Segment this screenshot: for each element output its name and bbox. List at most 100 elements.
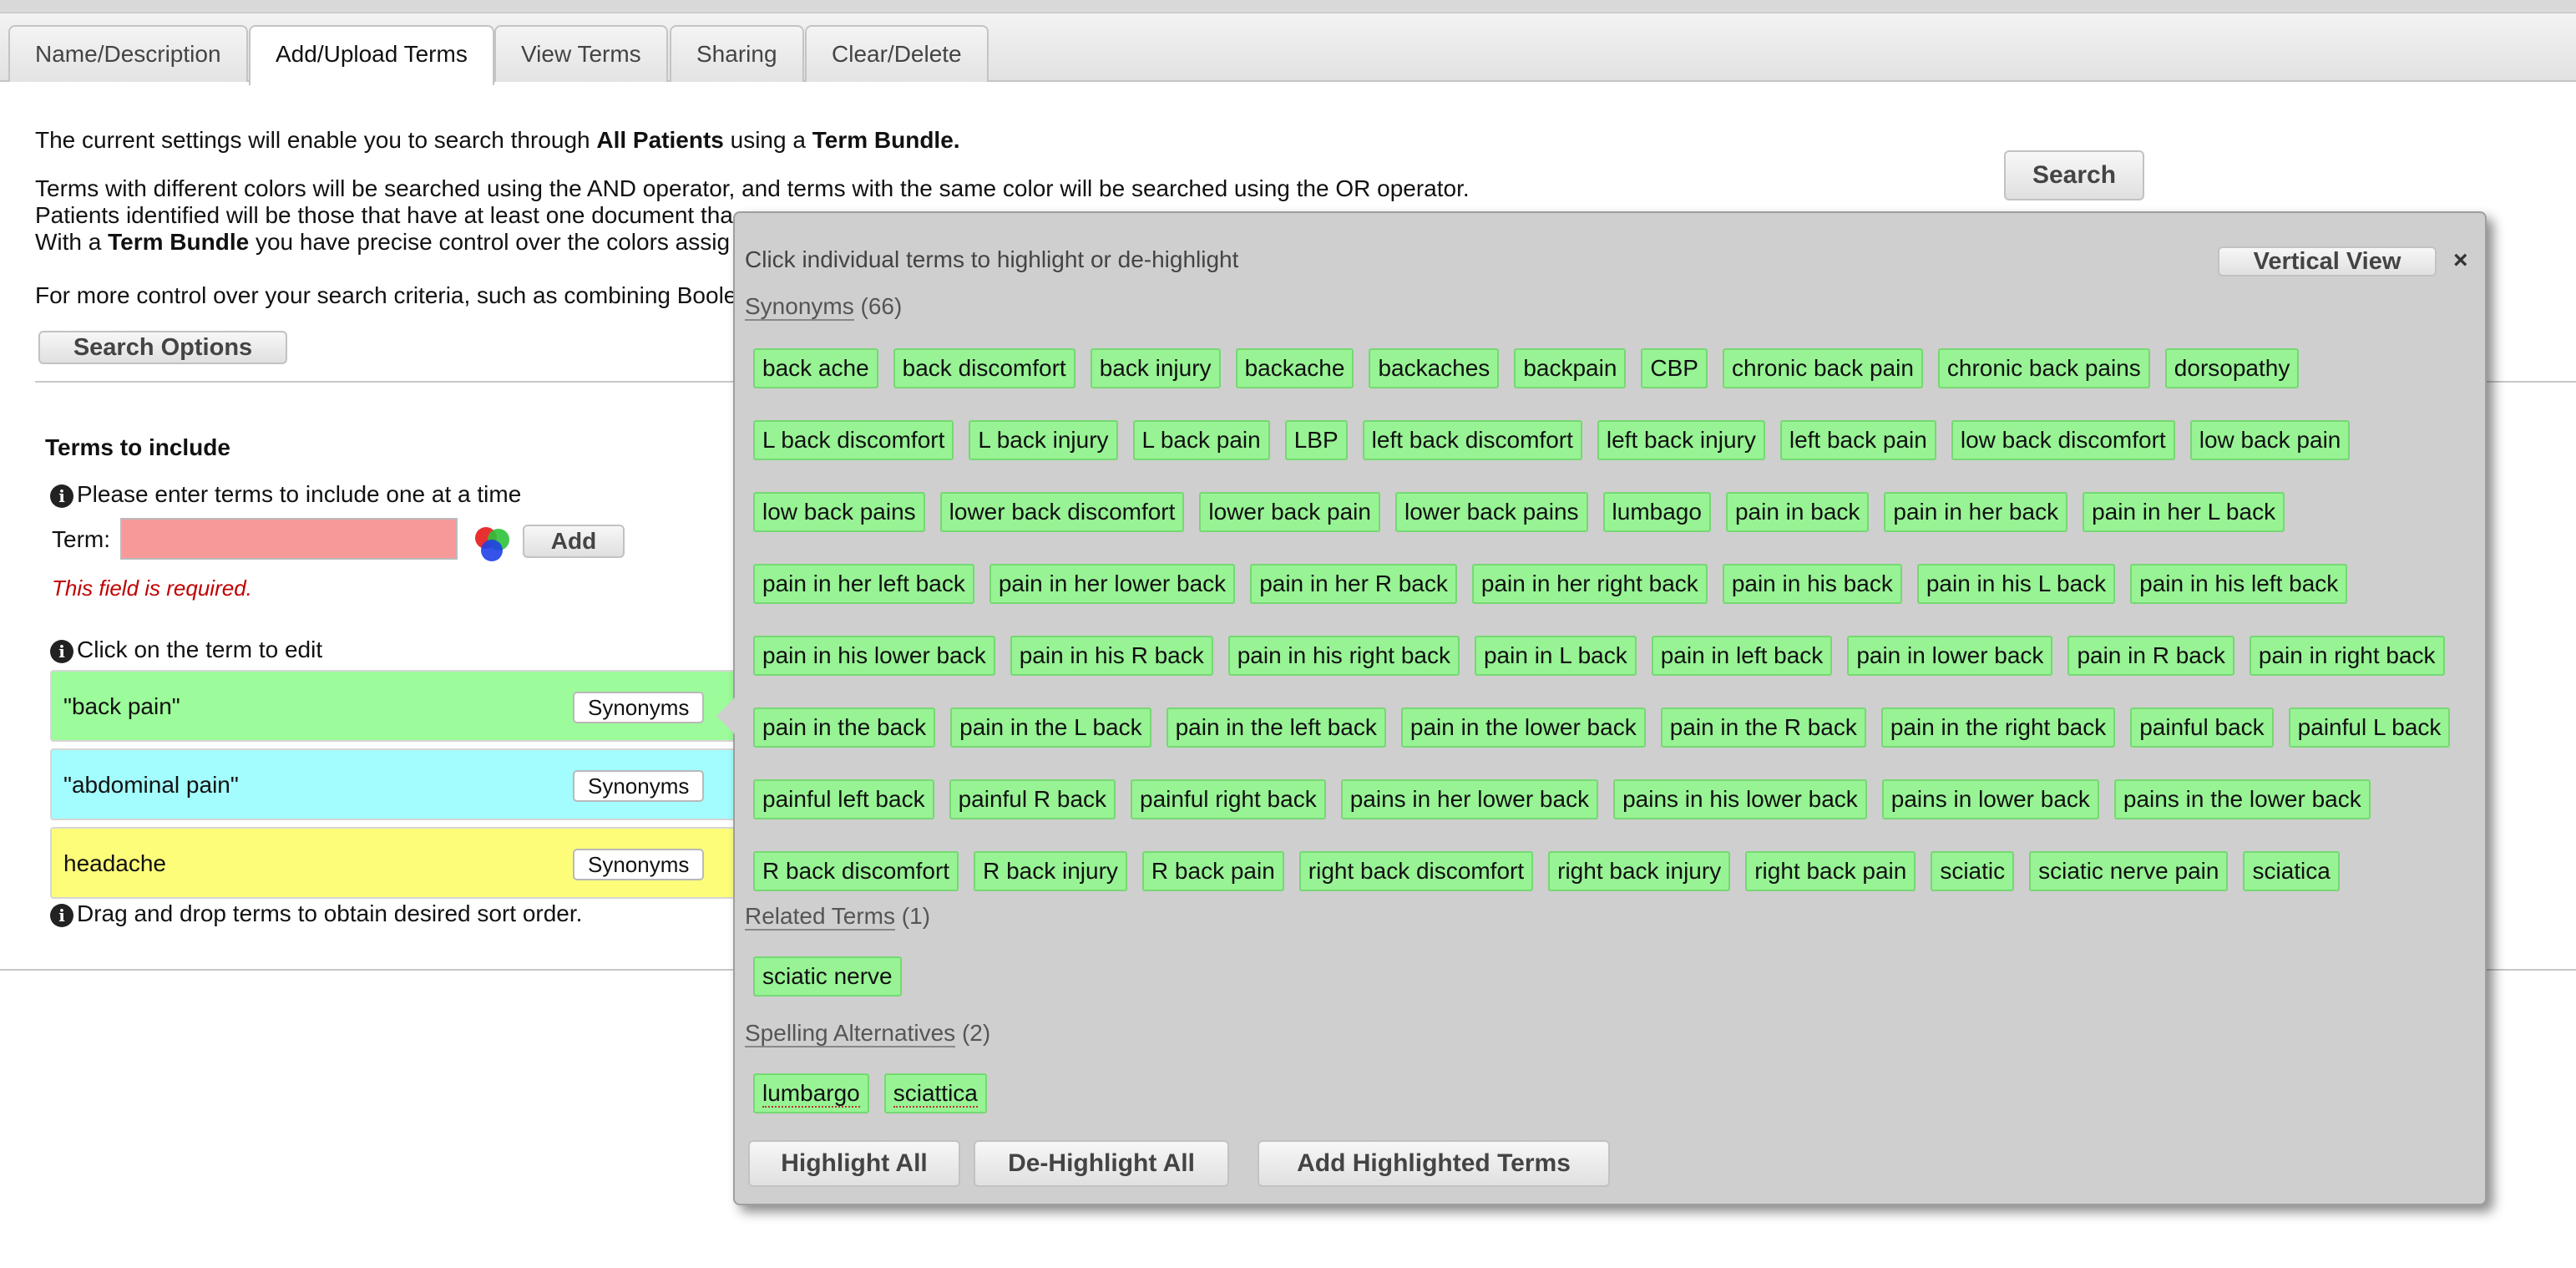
spelling-label[interactable]: Spelling Alternatives (745, 1020, 956, 1047)
term-chip[interactable]: left back injury (1597, 420, 1765, 460)
term-chip[interactable]: R back discomfort (753, 851, 959, 891)
term-chip[interactable]: pain in lower back (1847, 636, 2053, 676)
close-icon[interactable]: × (2453, 246, 2468, 275)
term-chip[interactable]: backaches (1369, 348, 1500, 388)
term-chip[interactable]: pain in the lower back (1400, 708, 1646, 748)
term-chip[interactable]: pain in the back (753, 708, 936, 748)
term-chip[interactable]: sciatic nerve pain (2029, 851, 2229, 891)
term-chip[interactable]: low back pains (753, 492, 925, 532)
term-chip[interactable]: pain in his right back (1227, 636, 1460, 676)
search-options-button[interactable]: Search Options (38, 331, 287, 364)
term-chip[interactable]: painful L back (2288, 708, 2451, 748)
term-chip[interactable]: sciatica (2243, 851, 2340, 891)
term-chip[interactable]: chronic back pain (1722, 348, 1923, 388)
add-highlighted-terms-button[interactable]: Add Highlighted Terms (1258, 1140, 1610, 1187)
term-chip[interactable]: back injury (1090, 348, 1221, 388)
term-chip[interactable]: lower back pain (1199, 492, 1380, 532)
term-input[interactable] (120, 518, 458, 560)
term-chip[interactable]: pain in his L back (1916, 564, 2116, 604)
term-chip[interactable]: pain in his left back (2130, 564, 2348, 604)
term-chip[interactable]: back ache (753, 348, 878, 388)
synonyms-button[interactable]: Synonyms (573, 692, 705, 723)
dehighlight-all-button[interactable]: De-Highlight All (974, 1140, 1229, 1187)
term-chip[interactable]: lower back discomfort (939, 492, 1185, 532)
add-term-button[interactable]: Add (523, 525, 625, 558)
term-chip[interactable]: painful R back (949, 779, 1116, 819)
term-chip[interactable]: L back pain (1132, 420, 1270, 460)
term-row-headache[interactable]: headache Synonyms (50, 827, 752, 899)
term-chip[interactable]: pain in the L back (950, 708, 1151, 748)
term-chip[interactable]: dorsopathy (2164, 348, 2300, 388)
color-picker-icon[interactable] (471, 523, 513, 565)
tab-add-upload-terms[interactable]: Add/Upload Terms (249, 25, 494, 85)
tab-view-terms[interactable]: View Terms (494, 25, 668, 82)
term-chip[interactable]: pain in her L back (2083, 492, 2285, 532)
term-chip[interactable]: backache (1235, 348, 1354, 388)
related-label[interactable]: Related Terms (745, 903, 896, 931)
term-chip[interactable]: sciatic nerve (753, 956, 902, 997)
term-chip[interactable]: lumbago (1602, 492, 1711, 532)
term-chip[interactable]: pain in the R back (1660, 708, 1866, 748)
synonyms-button[interactable]: Synonyms (573, 770, 705, 802)
term-chip[interactable]: sciattica (883, 1073, 987, 1113)
synonyms-button[interactable]: Synonyms (573, 849, 705, 880)
term-chip[interactable]: R back injury (974, 851, 1127, 891)
term-row-abdominal-pain[interactable]: "abdominal pain" Synonyms (50, 748, 752, 820)
term-chip[interactable]: pain in her R back (1250, 564, 1457, 604)
term-chip[interactable]: left back discomfort (1362, 420, 1582, 460)
synonyms-label[interactable]: Synonyms (745, 293, 854, 321)
term-chip[interactable]: right back discomfort (1298, 851, 1534, 891)
term-chip[interactable]: pains in lower back (1881, 779, 2099, 819)
term-chip[interactable]: low back discomfort (1951, 420, 2175, 460)
synonyms-popup: Click individual terms to highlight or d… (716, 211, 2487, 1205)
term-chip[interactable]: CBP (1641, 348, 1708, 388)
tab-clear-delete[interactable]: Clear/Delete (805, 25, 989, 82)
term-chip[interactable]: pain in back (1725, 492, 1870, 532)
term-chip[interactable]: chronic back pains (1937, 348, 2150, 388)
intro-bold-bundle: Term Bundle. (812, 127, 960, 153)
term-chip[interactable]: backpain (1514, 348, 1627, 388)
term-chip[interactable]: pain in his back (1722, 564, 1902, 604)
term-chip[interactable]: sciatic (1931, 851, 2015, 891)
term-chip[interactable]: pain in his R back (1010, 636, 1213, 676)
term-chip[interactable]: pain in her back (1884, 492, 2068, 532)
tab-sharing[interactable]: Sharing (670, 25, 804, 82)
term-chip-label: right back pain (1754, 858, 1907, 884)
term-chip[interactable]: pain in the right back (1880, 708, 2116, 748)
tab-name-description[interactable]: Name/Description (8, 25, 248, 82)
term-chip[interactable]: pain in her lower back (989, 564, 1236, 604)
spelling-section-heading: Spelling Alternatives (2) (745, 1020, 990, 1047)
term-chip[interactable]: pains in her lower back (1340, 779, 1599, 819)
term-chip[interactable]: painful left back (753, 779, 934, 819)
term-chip[interactable]: R back pain (1141, 851, 1284, 891)
term-chip[interactable]: pain in her left back (753, 564, 974, 604)
term-chip[interactable]: lower back pains (1394, 492, 1588, 532)
term-chip[interactable]: right back injury (1548, 851, 1731, 891)
vertical-view-button[interactable]: Vertical View (2218, 246, 2437, 276)
term-chip[interactable]: left back pain (1779, 420, 1936, 460)
term-chip[interactable]: pains in his lower back (1613, 779, 1867, 819)
term-chip[interactable]: painful back (2130, 708, 2274, 748)
term-chip-label: pain in lower back (1856, 642, 2044, 668)
highlight-all-button[interactable]: Highlight All (748, 1140, 960, 1187)
term-chip[interactable]: pain in left back (1651, 636, 1833, 676)
term-chip[interactable]: pains in the lower back (2113, 779, 2371, 819)
search-button[interactable]: Search (2004, 150, 2144, 200)
popup-pointer (716, 697, 735, 734)
term-chip[interactable]: pain in L back (1474, 636, 1637, 676)
term-chip[interactable]: L back injury (969, 420, 1118, 460)
term-chip[interactable]: pain in his lower back (753, 636, 995, 676)
term-row-back-pain[interactable]: "back pain" Synonyms (50, 670, 752, 742)
term-chip[interactable]: back discomfort (893, 348, 1075, 388)
term-chip[interactable]: low back pain (2189, 420, 2351, 460)
term-chip[interactable]: pain in her right back (1471, 564, 1708, 604)
term-chip-label: pain in the L back (959, 714, 1142, 740)
term-chip[interactable]: L back discomfort (753, 420, 954, 460)
term-chip[interactable]: LBP (1284, 420, 1348, 460)
term-chip[interactable]: pain in the left back (1166, 708, 1386, 748)
term-chip[interactable]: lumbargo (753, 1073, 869, 1113)
term-chip[interactable]: pain in R back (2067, 636, 2234, 676)
term-chip[interactable]: painful right back (1131, 779, 1326, 819)
term-chip[interactable]: pain in right back (2249, 636, 2445, 676)
term-chip[interactable]: right back pain (1745, 851, 1916, 891)
